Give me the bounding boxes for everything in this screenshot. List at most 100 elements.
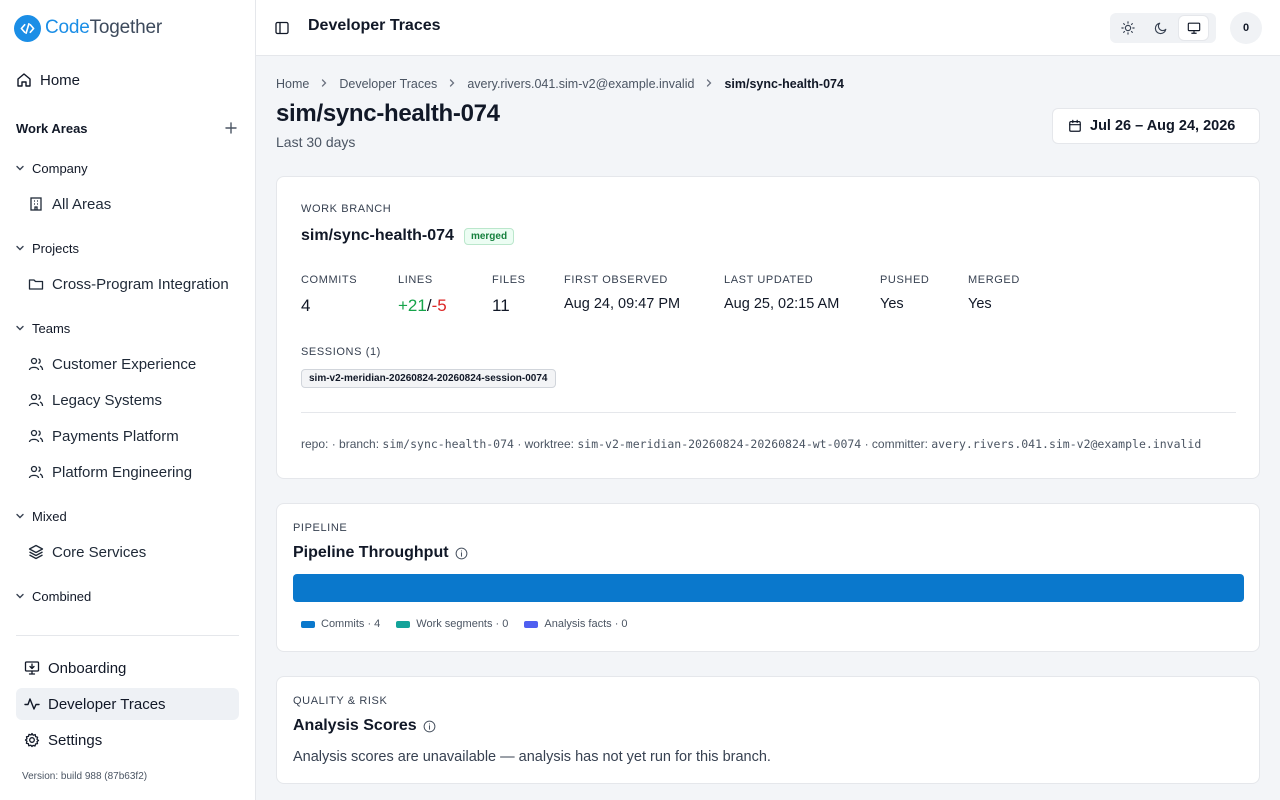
breadcrumb-developer-traces[interactable]: Developer Traces bbox=[339, 77, 437, 91]
sidebar-item-label: Platform Engineering bbox=[52, 463, 193, 481]
sidebar-item-payments-platform[interactable]: Payments Platform bbox=[28, 422, 240, 450]
work-areas-header: Work Areas bbox=[16, 118, 239, 138]
sidebar-item-label: Core Services bbox=[52, 543, 147, 561]
card-divider bbox=[301, 412, 1236, 413]
card-eyebrow: PIPELINE bbox=[293, 522, 348, 534]
stat-files: FILES 11 bbox=[492, 274, 526, 316]
app-logo[interactable]: CodeTogether bbox=[14, 14, 162, 42]
legend-label: Work segments · 0 bbox=[416, 618, 509, 630]
branch-value: sim/sync-health-074 bbox=[382, 437, 514, 451]
info-icon[interactable] bbox=[455, 547, 468, 560]
sidebar-toggle-icon[interactable] bbox=[274, 20, 290, 36]
legend-label: Commits · 4 bbox=[321, 618, 381, 630]
chevron-right-icon bbox=[319, 77, 329, 91]
moon-icon bbox=[1154, 22, 1167, 35]
throughput-bar bbox=[293, 574, 1244, 602]
stat-first-observed: FIRST OBSERVED Aug 24, 09:47 PM bbox=[564, 274, 680, 312]
stat-label: FIRST OBSERVED bbox=[564, 274, 668, 286]
legend-item-work-segments: Work segments · 0 bbox=[396, 618, 508, 630]
session-chip[interactable]: sim-v2-meridian-20260824-20260824-sessio… bbox=[301, 369, 556, 388]
sidebar-item-cross-program-integration[interactable]: Cross-Program Integration bbox=[28, 270, 240, 298]
breadcrumb-home[interactable]: Home bbox=[276, 77, 309, 91]
sidebar-item-legacy-systems[interactable]: Legacy Systems bbox=[28, 386, 240, 414]
sidebar-item-settings[interactable]: Settings bbox=[16, 724, 239, 756]
activity-icon bbox=[24, 698, 40, 710]
analysis-title: Analysis Scores bbox=[293, 717, 417, 734]
date-range-button[interactable]: Jul 26 – Aug 24, 2026 bbox=[1052, 108, 1260, 144]
worktree-value: sim-v2-meridian-20260824-20260824-wt-007… bbox=[577, 437, 862, 451]
legend-swatch bbox=[396, 620, 411, 628]
branch-row: sim/sync-health-074 merged bbox=[301, 227, 515, 245]
sidebar-item-label: Developer Traces bbox=[48, 695, 166, 713]
group-company[interactable]: Company bbox=[14, 158, 88, 178]
analysis-message: Analysis scores are unavailable — analys… bbox=[293, 749, 771, 765]
legend-swatch bbox=[524, 620, 539, 628]
group-teams[interactable]: Teams bbox=[14, 318, 70, 338]
avatar[interactable]: 0 bbox=[1230, 12, 1262, 44]
chevron-right-icon bbox=[447, 77, 457, 91]
date-range-label: Jul 26 – Aug 24, 2026 bbox=[1090, 118, 1236, 134]
worktree-label: · worktree: bbox=[517, 437, 574, 451]
legend-swatch bbox=[301, 620, 315, 628]
chevron-down-icon bbox=[16, 325, 24, 331]
gear-icon bbox=[24, 732, 40, 748]
theme-light-button[interactable] bbox=[1114, 16, 1143, 40]
theme-dark-button[interactable] bbox=[1147, 16, 1176, 40]
code-brackets-icon bbox=[14, 14, 41, 42]
sidebar-item-label: All Areas bbox=[52, 195, 112, 213]
sidebar-item-all-areas[interactable]: All Areas bbox=[28, 190, 240, 218]
legend-item-commits: Commits · 4 bbox=[301, 618, 380, 630]
bar-segment-commits bbox=[293, 574, 1244, 602]
group-combined[interactable]: Combined bbox=[14, 586, 91, 606]
add-work-area-icon[interactable] bbox=[223, 120, 239, 136]
quality-card: QUALITY & RISK Analysis Scores Analysis … bbox=[276, 676, 1260, 784]
status-badge: merged bbox=[463, 227, 515, 245]
theme-system-button[interactable] bbox=[1179, 16, 1209, 40]
lines-added: +21 bbox=[398, 296, 427, 315]
sidebar-divider bbox=[16, 635, 239, 636]
stat-value: Yes bbox=[968, 296, 992, 312]
monitor-download-icon bbox=[24, 661, 40, 675]
lines-removed: -5 bbox=[431, 296, 447, 315]
monitor-icon bbox=[1187, 22, 1200, 34]
sidebar-item-core-services[interactable]: Core Services bbox=[28, 538, 240, 566]
sidebar-item-customer-experience[interactable]: Customer Experience bbox=[28, 350, 240, 378]
stat-merged: MERGED Yes bbox=[968, 274, 1020, 312]
chevron-down-icon bbox=[16, 165, 24, 171]
work-areas-list[interactable]: Company All Areas Projects Cross-Program… bbox=[0, 148, 255, 630]
sidebar-item-onboarding[interactable]: Onboarding bbox=[16, 652, 239, 684]
sidebar-item-home[interactable]: Home bbox=[16, 64, 239, 96]
legend-item-analysis-facts: Analysis facts · 0 bbox=[524, 618, 628, 630]
group-mixed[interactable]: Mixed bbox=[14, 506, 67, 526]
page-title: sim/sync-health-074 bbox=[276, 100, 500, 127]
sidebar-item-platform-engineering[interactable]: Platform Engineering bbox=[28, 458, 240, 486]
stat-value: 4 bbox=[301, 296, 311, 315]
card-title: Analysis Scores bbox=[293, 717, 436, 735]
theme-switcher[interactable] bbox=[1110, 13, 1216, 43]
stat-pushed: PUSHED Yes bbox=[880, 274, 929, 312]
branch-label: · branch: bbox=[331, 437, 380, 451]
breadcrumb-developer[interactable]: avery.rivers.041.sim-v2@example.invalid bbox=[467, 77, 694, 91]
info-icon[interactable] bbox=[423, 720, 436, 733]
sidebar-item-developer-traces[interactable]: Developer Traces bbox=[16, 688, 239, 720]
group-label: Combined bbox=[32, 588, 92, 604]
stat-last-updated: LAST UPDATED Aug 25, 02:15 AM bbox=[724, 274, 839, 312]
sessions-label: SESSIONS (1) bbox=[301, 346, 381, 358]
stat-label: FILES bbox=[492, 274, 526, 286]
version-text: Version: build 988 (87b63f2) bbox=[22, 771, 148, 782]
sidebar-item-label: Cross-Program Integration bbox=[52, 275, 229, 293]
breadcrumb-current: sim/sync-health-074 bbox=[724, 77, 844, 91]
topbar-title: Developer Traces bbox=[308, 17, 441, 34]
chevron-down-icon bbox=[16, 593, 24, 599]
chevron-right-icon bbox=[704, 77, 714, 91]
topbar: Developer Traces 0 bbox=[256, 0, 1280, 56]
group-label: Teams bbox=[32, 320, 71, 336]
group-projects[interactable]: Projects bbox=[14, 238, 79, 258]
sidebar-item-label: Home bbox=[40, 71, 81, 89]
calendar-icon bbox=[1069, 119, 1081, 132]
sidebar-item-label: Payments Platform bbox=[52, 427, 179, 445]
app-name: CodeTogether bbox=[45, 17, 162, 38]
pipeline-title: Pipeline Throughput bbox=[293, 544, 449, 561]
chart-legend: Commits · 4 Work segments · 0 Analysis f… bbox=[301, 618, 644, 630]
stat-lines: LINES +21/-5 bbox=[398, 274, 447, 316]
